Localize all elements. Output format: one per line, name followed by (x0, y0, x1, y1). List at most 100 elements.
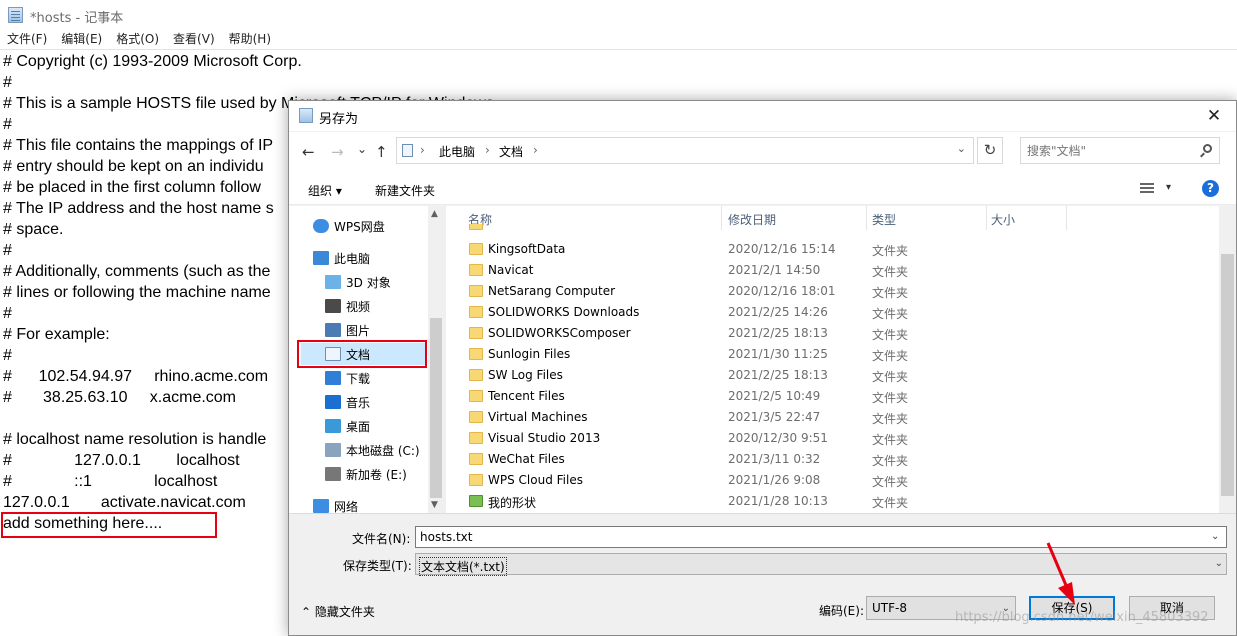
file-type-dropdown-icon[interactable]: ⌄ (1215, 558, 1223, 569)
breadcrumb-separator-icon: › (485, 143, 490, 157)
sidebar-item-label: 桌面 (346, 419, 371, 434)
folder-icon (469, 411, 483, 423)
file-type: 文件夹 (872, 433, 909, 447)
file-type: 文件夹 (872, 328, 909, 342)
file-type: 文件夹 (872, 286, 909, 300)
menu-help[interactable]: 帮助(H) (222, 30, 278, 49)
sidebar-item-label: 本地磁盘 (C:) (346, 443, 420, 458)
sort-ascending-icon: ^ (582, 206, 591, 213)
menu-view[interactable]: 查看(V) (166, 30, 222, 49)
download-icon (325, 371, 341, 385)
menu-divider (0, 49, 1237, 50)
breadcrumb-separator-icon: › (533, 143, 538, 157)
table-row[interactable]: WPS Cloud Files 2021/1/26 9:08 文件夹 (446, 470, 1219, 491)
file-date: 2020/12/16 15:14 (728, 242, 836, 256)
file-name-label: 文件名(N): (352, 532, 411, 546)
breadcrumb-this-pc[interactable]: 此电脑 (439, 143, 475, 160)
watermark: https://blog.csdn.net/weixin_45803392 (955, 610, 1209, 625)
search-icon[interactable] (1203, 144, 1212, 153)
sidebar-item-disk[interactable]: 本地磁盘 (C:) (325, 439, 420, 461)
breadcrumb-documents[interactable]: 文档 (499, 143, 523, 160)
sidebar-item-drive[interactable]: 新加卷 (E:) (325, 463, 407, 485)
table-row[interactable]: NetSarang Computer 2020/12/16 18:01 文件夹 (446, 281, 1219, 302)
table-row[interactable] (446, 224, 1219, 232)
folder-icon (469, 369, 483, 381)
file-name: 我的形状 (488, 496, 537, 510)
table-row[interactable]: SOLIDWORKSComposer 2021/2/25 18:13 文件夹 (446, 323, 1219, 344)
sidebar-item-computer[interactable]: 此电脑 (313, 247, 370, 269)
close-icon[interactable]: ✕ (1196, 103, 1232, 129)
menu-format[interactable]: 格式(O) (109, 30, 166, 49)
folder-icon (469, 224, 483, 230)
file-date: 2021/2/25 18:13 (728, 368, 828, 382)
organize-button[interactable]: 组织 ▾ (308, 182, 342, 199)
file-type: 文件夹 (872, 475, 909, 489)
sidebar-item-cloud[interactable]: WPS网盘 (313, 215, 385, 237)
new-folder-button[interactable]: 新建文件夹 (375, 182, 435, 199)
forward-arrow-icon[interactable]: → (331, 144, 344, 160)
file-name: Tencent Files (488, 389, 565, 403)
search-input[interactable] (1027, 142, 1187, 160)
scroll-down-icon[interactable]: ▼ (431, 500, 438, 510)
file-name: Virtual Machines (488, 410, 588, 424)
encoding-value: UTF-8 (872, 601, 907, 615)
desktop-icon (325, 419, 341, 433)
file-type: 文件夹 (872, 244, 909, 258)
sidebar-item-desktop[interactable]: 桌面 (325, 415, 370, 437)
nav-scrollbar-thumb[interactable] (430, 318, 442, 498)
address-dropdown-icon[interactable]: ⌄ (957, 142, 966, 155)
sidebar-item-video[interactable]: 视频 (325, 295, 370, 317)
table-row[interactable]: Tencent Files 2021/2/5 10:49 文件夹 (446, 386, 1219, 407)
sidebar-item-download[interactable]: 下载 (325, 367, 370, 389)
table-row[interactable]: KingsoftData 2020/12/16 15:14 文件夹 (446, 239, 1219, 260)
hide-folders-button[interactable]: ⌃ 隐藏文件夹 (301, 603, 375, 620)
file-list-scrollbar-thumb[interactable] (1221, 254, 1234, 496)
file-date: 2021/1/28 10:13 (728, 494, 828, 508)
view-options-icon[interactable] (1140, 183, 1154, 195)
file-list-scrollbar[interactable] (1219, 206, 1236, 513)
cube-icon (325, 275, 341, 289)
notepad-menu-bar: 文件(F) 编辑(E) 格式(O) 查看(V) 帮助(H) (0, 30, 1237, 49)
file-date: 2021/2/25 14:26 (728, 305, 828, 319)
table-row[interactable]: Navicat 2021/2/1 14:50 文件夹 (446, 260, 1219, 281)
up-arrow-icon[interactable]: ↑ (375, 144, 388, 160)
table-row[interactable]: Virtual Machines 2021/3/5 22:47 文件夹 (446, 407, 1219, 428)
back-arrow-icon[interactable]: ← (302, 144, 315, 160)
sidebar-item-label: 此电脑 (334, 251, 371, 266)
file-date: 2020/12/30 9:51 (728, 431, 828, 445)
file-type-select[interactable]: 文本文档(*.txt) ⌄ (415, 553, 1227, 576)
table-row[interactable]: Sunlogin Files 2021/1/30 11:25 文件夹 (446, 344, 1219, 365)
nav-scrollbar[interactable]: ▲ ▼ (428, 206, 445, 513)
file-name: Visual Studio 2013 (488, 431, 601, 445)
refresh-icon[interactable]: ↻ (977, 137, 1003, 164)
file-name: SOLIDWORKS Downloads (488, 305, 640, 319)
dialog-toolbar: 组织 ▾ 新建文件夹 ▾ ? (289, 172, 1236, 205)
folder-icon (469, 243, 483, 255)
notepad-icon (8, 7, 23, 23)
table-row[interactable]: SW Log Files 2021/2/25 18:13 文件夹 (446, 365, 1219, 386)
folder-icon (469, 285, 483, 297)
breadcrumb-separator-icon: › (420, 143, 425, 157)
table-row[interactable]: 我的形状 2021/1/28 10:13 文件夹 (446, 491, 1219, 512)
file-name-dropdown-icon[interactable]: ⌄ (1211, 531, 1219, 542)
sidebar-item-cube[interactable]: 3D 对象 (325, 271, 391, 293)
sidebar-item-network[interactable]: 网络 (313, 495, 358, 513)
scroll-up-icon[interactable]: ▲ (431, 209, 438, 219)
table-row[interactable]: Visual Studio 2013 2020/12/30 9:51 文件夹 (446, 428, 1219, 449)
file-list-pane: 名称 ^ 修改日期 类型 大小 KingsoftData 2020/12/16 1… (446, 206, 1236, 513)
file-name-input[interactable] (415, 526, 1227, 548)
sidebar-item-picture[interactable]: 图片 (325, 319, 370, 341)
help-icon[interactable]: ? (1202, 180, 1219, 197)
drive-icon (325, 467, 341, 481)
recent-locations-chevron-icon[interactable]: ⌄ (357, 141, 367, 157)
sidebar-item-music[interactable]: 音乐 (325, 391, 370, 413)
table-row[interactable]: SOLIDWORKS Downloads 2021/2/25 14:26 文件夹 (446, 302, 1219, 323)
highlight-added-line (1, 512, 217, 538)
menu-edit[interactable]: 编辑(E) (54, 30, 109, 49)
address-bar[interactable]: › 此电脑 › 文档 › ⌄ (396, 137, 974, 164)
folder-icon (469, 390, 483, 402)
view-dropdown-icon[interactable]: ▾ (1166, 182, 1171, 193)
table-row[interactable]: WeChat Files 2021/3/11 0:32 文件夹 (446, 449, 1219, 470)
file-name: NetSarang Computer (488, 284, 616, 298)
menu-file[interactable]: 文件(F) (0, 30, 54, 49)
